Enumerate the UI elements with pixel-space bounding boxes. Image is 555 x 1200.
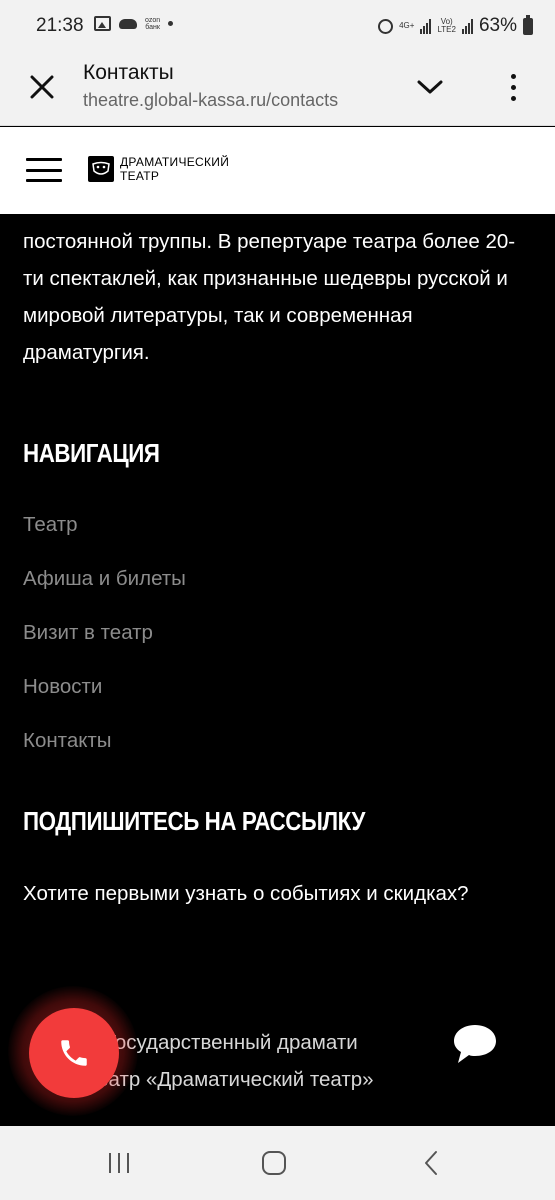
nav-link-tickets[interactable]: Афиша и билеты (23, 564, 186, 618)
network-type-icon: 4G+ (399, 21, 415, 30)
nav-link-contacts[interactable]: Контакты (23, 726, 186, 780)
volte-icon: Vo) LTE2 (437, 17, 456, 34)
recent-apps-icon (109, 1153, 129, 1173)
subscribe-heading: ПОДПИШИТЕСЬ НА РАССЫЛКУ (23, 806, 365, 836)
site-header: ДРАМАТИЧЕСКИЙ ТЕАТР (0, 127, 555, 214)
phone-icon (61, 1040, 87, 1066)
nav-link-theatre[interactable]: Театр (23, 510, 186, 564)
more-dot-icon (510, 95, 516, 101)
subscribe-text: Хотите первыми узнать о событиях и скидк… (23, 882, 469, 905)
home-button[interactable] (256, 1146, 292, 1180)
hamburger-line (26, 179, 62, 182)
close-button[interactable] (25, 70, 59, 104)
more-dot-icon (510, 73, 516, 79)
chat-bubble-icon (454, 1025, 496, 1063)
page-url[interactable]: theatre.global-kassa.ru/contacts (83, 90, 338, 111)
more-notifications-icon (168, 21, 174, 26)
intro-text: постоянной труппы. В репертуаре театра б… (23, 230, 516, 364)
expand-button[interactable] (413, 72, 447, 102)
more-dot-icon (510, 84, 516, 90)
logo-line-2: ТЕАТР (120, 169, 160, 183)
nav-link-visit[interactable]: Визит в театр (23, 618, 186, 672)
status-time: 21:38 (36, 15, 84, 36)
hamburger-line (26, 158, 62, 161)
page-title: Контакты (83, 61, 174, 84)
nav-heading: НАВИГАЦИЯ (23, 438, 160, 468)
alarm-icon (378, 18, 394, 34)
chat-button[interactable] (426, 995, 524, 1093)
site-logo[interactable]: ДРАМАТИЧЕСКИЙ ТЕАТР (88, 155, 229, 183)
battery-percent: 63% (478, 15, 517, 36)
close-icon (30, 75, 54, 99)
signal-icon-1 (420, 18, 432, 34)
logo-line-1: ДРАМАТИЧЕСКИЙ (120, 155, 230, 169)
gallery-icon (94, 16, 111, 31)
browser-toolbar: Контакты theatre.global-kassa.ru/contact… (0, 52, 555, 126)
cloud-icon (119, 18, 137, 29)
status-notification-icons: ozon банк (94, 16, 174, 31)
call-button[interactable] (29, 1008, 119, 1098)
theatre-mask-icon (88, 156, 114, 182)
footer-nav: Театр Афиша и билеты Визит в театр Новос… (23, 510, 186, 780)
logo-text: ДРАМАТИЧЕСКИЙ ТЕАТР (120, 155, 229, 183)
status-bar: 21:38 ozon банк 4G+ Vo) LTE2 63% (0, 0, 555, 52)
nav-link-news[interactable]: Новости (23, 672, 186, 726)
home-icon (262, 1151, 286, 1175)
ozon-bank-icon: ozon банк (145, 16, 161, 31)
hamburger-menu-button[interactable] (26, 158, 62, 182)
recent-apps-button[interactable] (101, 1146, 137, 1180)
status-system-icons: 4G+ Vo) LTE2 63% (378, 14, 533, 37)
chevron-down-icon (417, 80, 443, 94)
battery-icon (523, 14, 533, 35)
signal-icon-2 (461, 18, 473, 34)
back-button[interactable] (413, 1146, 449, 1180)
back-icon (425, 1151, 437, 1175)
system-navigation-bar (0, 1126, 555, 1200)
footer-line-2: театр «Драматический театр» (88, 1068, 374, 1091)
hamburger-line (26, 168, 62, 172)
more-options-button[interactable] (500, 67, 526, 107)
